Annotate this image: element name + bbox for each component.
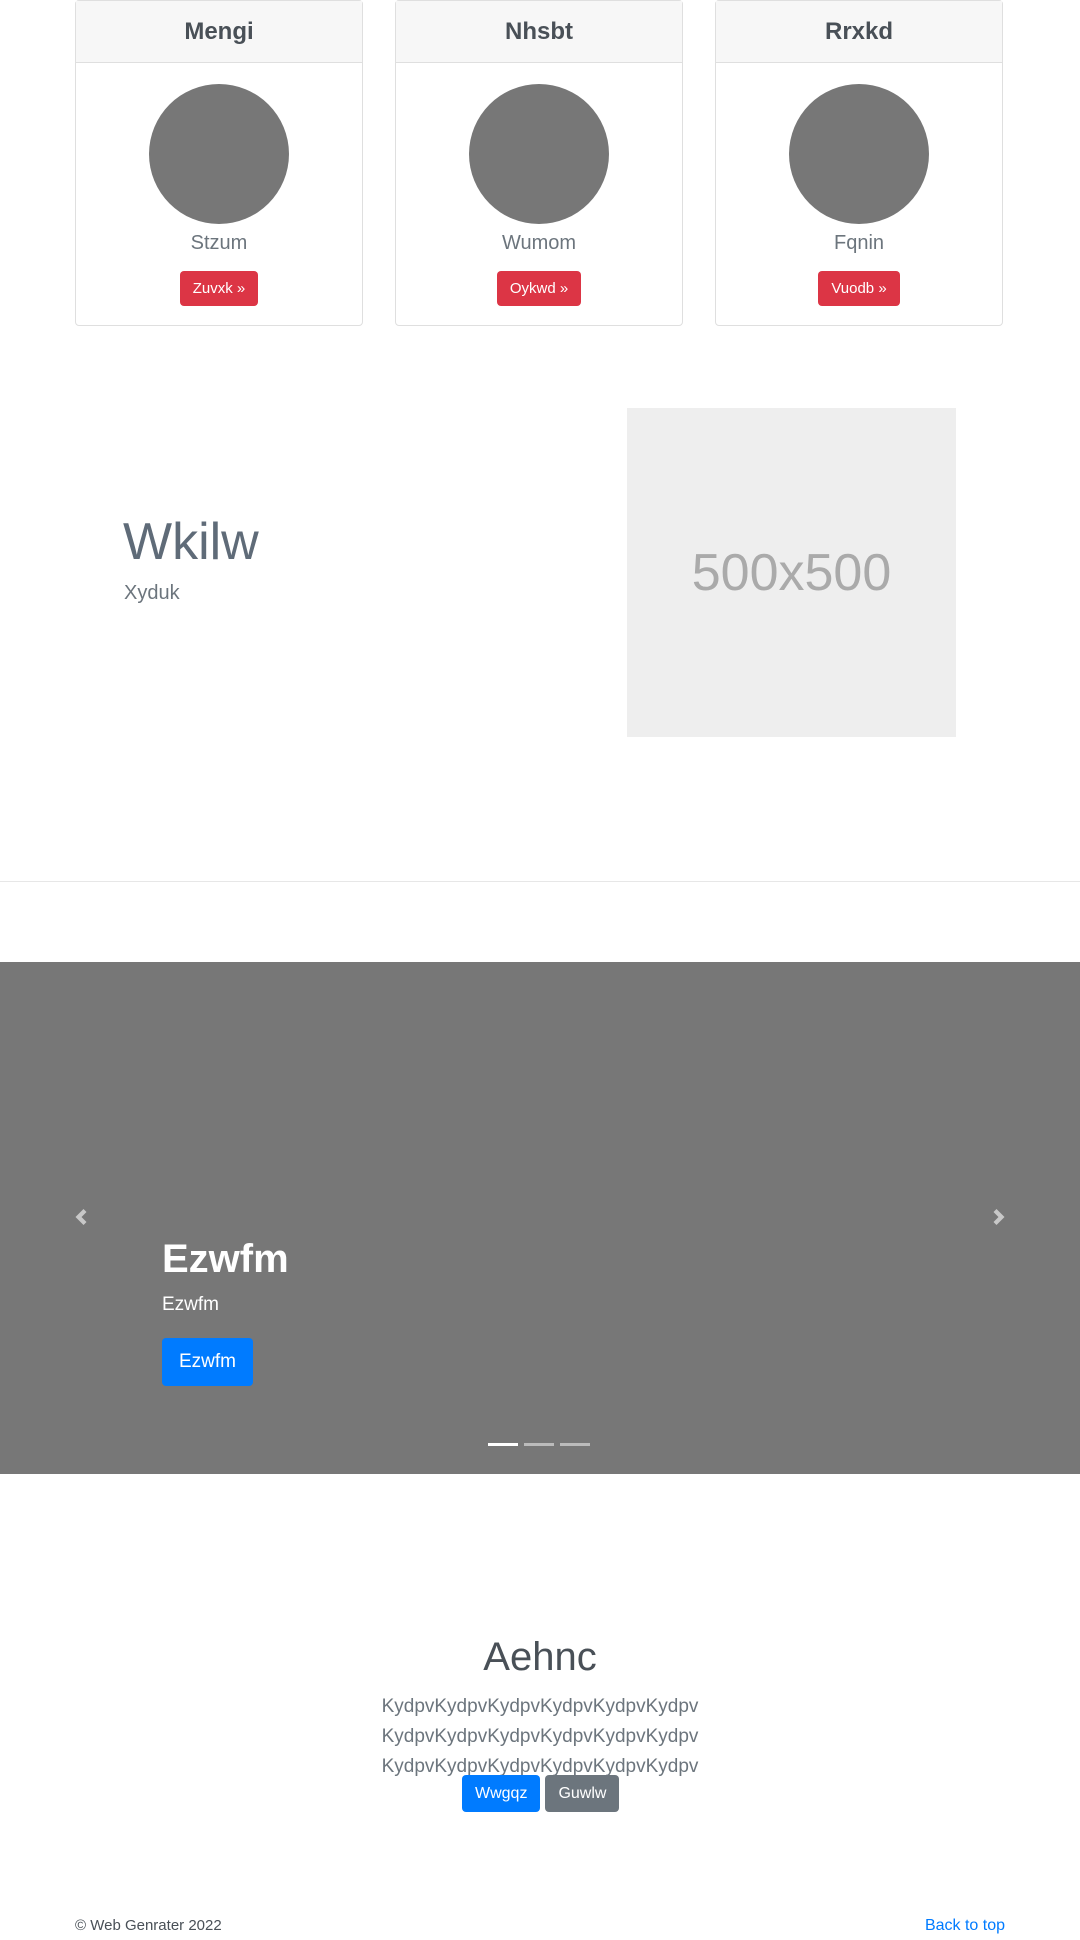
card-button[interactable]: Oykwd »: [496, 271, 582, 306]
carousel-caption-text: Ezwfm: [162, 1294, 219, 1315]
carousel-caption-button[interactable]: Ezwfm: [162, 1338, 253, 1386]
chevron-left-icon: [75, 1209, 87, 1225]
card-deck: Mengi Stzum Zuvxk » Nhsbt Wumom Oykwd » …: [75, 0, 1005, 328]
footer-copyright: © Web Genrater 2022: [75, 1917, 222, 1934]
carousel-indicators: [488, 1443, 590, 1446]
carousel-next-button[interactable]: [984, 1202, 1014, 1232]
carousel-indicator[interactable]: [488, 1443, 518, 1446]
avatar: [149, 84, 289, 224]
chevron-right-icon: [993, 1209, 1005, 1225]
card-subtitle: Stzum: [190, 232, 248, 254]
card-subtitle: Wumom: [501, 232, 577, 254]
jumbotron-text: KydpvKydpvKydpvKydpvKydpvKydpv KydpvKydp…: [381, 1696, 699, 1777]
feature-image-placeholder: 500x500: [627, 408, 956, 737]
carousel-prev-button[interactable]: [66, 1202, 96, 1232]
card-title: Nhsbt: [396, 1, 682, 63]
carousel: Ezwfm Ezwfm Ezwfm: [0, 962, 1080, 1474]
card-title: Rrxkd: [716, 1, 1002, 63]
card-button[interactable]: Zuvxk »: [179, 271, 259, 306]
feature-heading: Wkilw: [123, 513, 259, 571]
card-nhsbt: Nhsbt Wumom Oykwd »: [395, 0, 683, 326]
jumbotron-actions: Wwgqz Guwlw: [462, 1775, 620, 1812]
placeholder-label: 500x500: [691, 543, 892, 602]
primary-button[interactable]: Wwgqz: [462, 1775, 541, 1812]
feature-subheading: Xyduk: [124, 582, 180, 604]
back-to-top-link[interactable]: Back to top: [925, 1917, 1005, 1935]
carousel-indicator[interactable]: [524, 1443, 554, 1446]
section-divider: [0, 881, 1080, 882]
secondary-button[interactable]: Guwlw: [545, 1775, 620, 1812]
jumbotron-heading: Aehnc: [483, 1635, 597, 1679]
card-title: Mengi: [76, 1, 362, 63]
carousel-indicator[interactable]: [560, 1443, 590, 1446]
carousel-caption-title: Ezwfm: [162, 1237, 289, 1281]
card-rrxkd: Rrxkd Fqnin Vuodb »: [715, 0, 1003, 326]
avatar: [469, 84, 609, 224]
avatar: [789, 84, 929, 224]
card-subtitle: Fqnin: [833, 232, 885, 254]
card-mengi: Mengi Stzum Zuvxk »: [75, 0, 363, 326]
card-button[interactable]: Vuodb »: [818, 271, 900, 306]
